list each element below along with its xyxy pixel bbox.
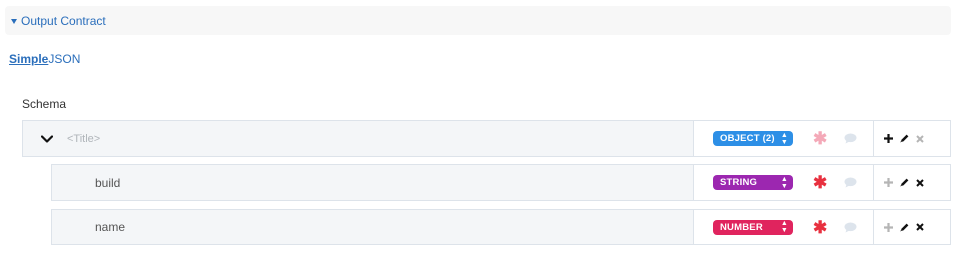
pencil-icon[interactable] [898,176,910,190]
type-select[interactable]: NUMBER ▲ ▼ [713,219,793,235]
close-icon[interactable] [914,132,926,146]
field-name[interactable]: name [52,210,694,244]
plus-icon[interactable] [882,220,894,234]
plus-icon[interactable] [882,176,894,190]
asterisk-icon[interactable]: ✱ [813,130,827,147]
comment-icon[interactable] [844,133,857,144]
schema-field-row: name NUMBER ▲ ▼ ✱ [51,209,951,245]
schema-label: Schema [22,97,67,111]
type-label: NUMBER [720,221,763,233]
asterisk-icon[interactable]: ✱ [813,219,827,236]
plus-icon[interactable] [882,132,894,146]
root-actions [874,121,950,156]
type-label: STRING [720,177,758,188]
caret-down-icon [11,18,17,24]
asterisk-icon[interactable]: ✱ [813,174,827,191]
chevron-down-icon[interactable] [37,134,57,143]
mode-switch: SimpleJSON [9,52,80,66]
schema-field-row: build STRING ▲ ▼ ✱ [51,164,951,201]
mode-simple-link[interactable]: Simple [9,52,48,66]
sort-arrows-icon: ▲ ▼ [780,175,788,190]
type-select[interactable]: STRING ▲ ▼ [713,175,793,190]
output-contract-toggle[interactable]: Output Contract [5,6,951,35]
title-input[interactable]: <Title> [67,133,100,145]
pencil-icon[interactable] [898,220,910,234]
type-label: OBJECT (2) [720,133,775,144]
field-type-cell: NUMBER ▲ ▼ ✱ [694,210,874,244]
pencil-icon[interactable] [898,132,910,146]
sort-arrows-icon: ▲ ▼ [780,131,788,146]
field-actions [874,165,950,200]
comment-icon[interactable] [844,222,857,233]
section-title: Output Contract [21,13,106,28]
root-name-cell: <Title> [23,121,694,156]
sort-arrows-icon: ▲ ▼ [780,220,788,234]
schema-root-row: <Title> OBJECT (2) ▲ ▼ ✱ [22,120,951,157]
close-icon[interactable] [914,176,926,190]
field-actions [874,210,950,244]
close-icon[interactable] [914,220,926,234]
root-type-cell: OBJECT (2) ▲ ▼ ✱ [694,121,874,156]
comment-icon[interactable] [844,177,857,188]
mode-json-link[interactable]: JSON [48,52,80,66]
type-select[interactable]: OBJECT (2) ▲ ▼ [713,131,793,146]
field-type-cell: STRING ▲ ▼ ✱ [694,165,874,200]
field-name[interactable]: build [52,165,694,200]
